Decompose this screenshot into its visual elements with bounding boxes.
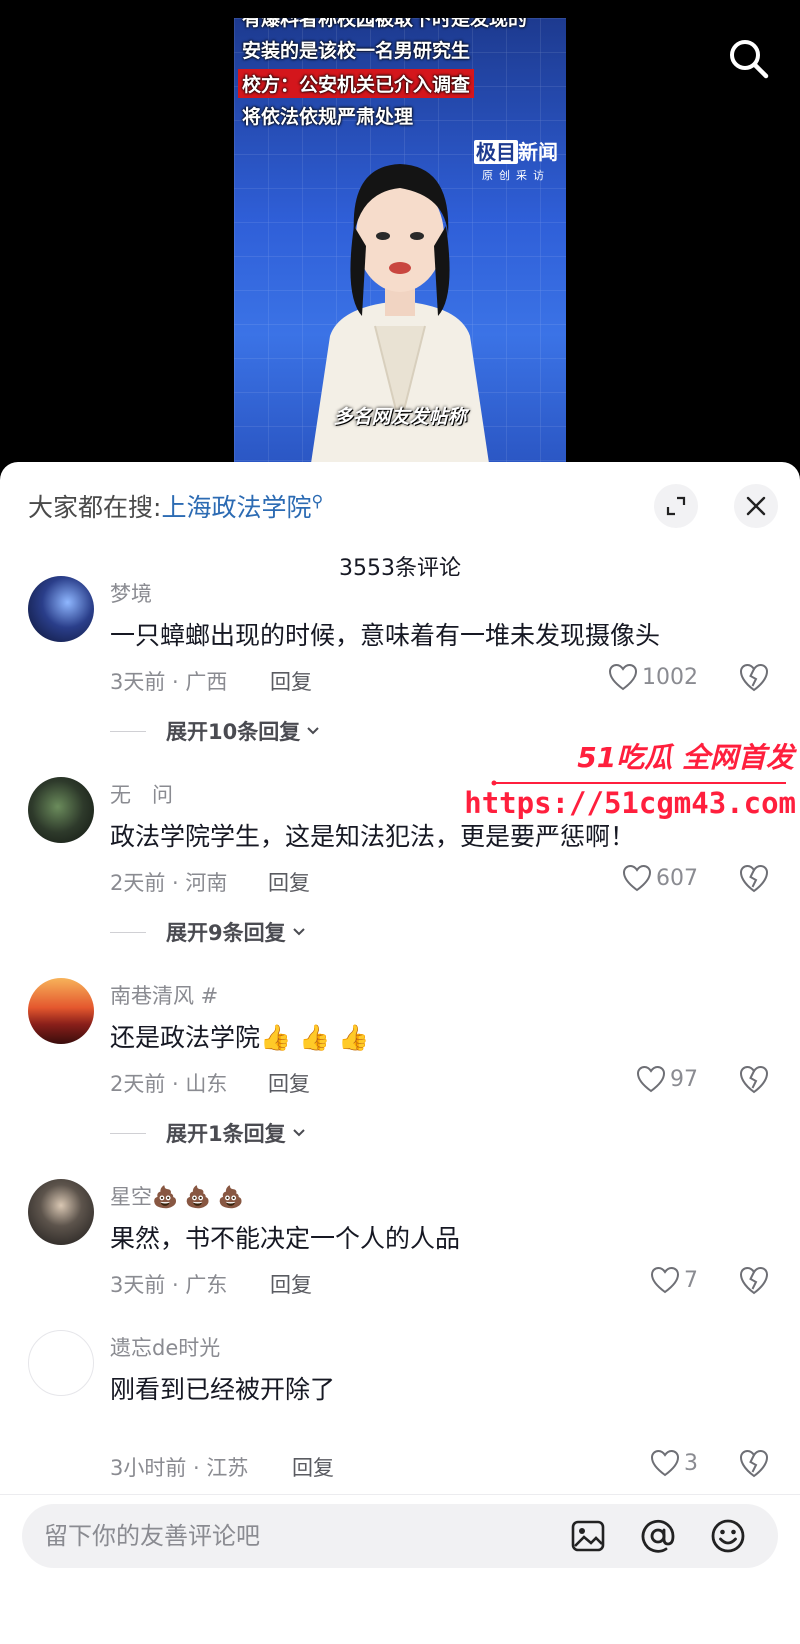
comment-text: 一只蟑螂出现的时候，意味着有一堆未发现摄像头 [110,621,661,650]
like-button[interactable]: 97 [636,1064,698,1094]
like-button[interactable]: 607 [622,863,698,893]
close-button[interactable] [734,484,778,528]
expand-replies-label: 展开1条回复 [166,1122,286,1146]
comment-meta: 3小时前 · 江苏 [110,1456,249,1480]
comment-username[interactable]: 星空💩 💩 💩 [110,1181,244,1211]
broken-heart-icon[interactable] [738,863,770,893]
reply-button[interactable]: 回复 [292,1452,334,1482]
comment-text: 刚看到已经被开除了 [110,1375,336,1404]
expand-replies-label: 展开9条回复 [166,921,286,945]
hot-search-bar[interactable]: 大家都在搜:上海政法学院⚲ [28,488,323,524]
video-caption-line: 有爆料者称校园被取下时是发现的 [242,18,528,30]
comment-username[interactable]: 梦境 [110,578,152,608]
avatar[interactable] [28,576,94,642]
search-icon [730,40,769,79]
heart-icon [650,1449,680,1477]
hot-search-prefix: 大家都在搜: [28,493,162,522]
expand-icon [666,496,686,516]
video-caption-highlight: 校方：公安机关已介入调查 [238,69,475,98]
comment-text: 政法学院学生，这是知法犯法，更是要严惩啊！ [110,822,636,851]
chevron-down-icon [292,928,305,936]
like-count: 607 [656,865,698,891]
expand-button[interactable] [654,484,698,528]
avatar[interactable] [28,978,94,1044]
hot-search-keyword[interactable]: 上海政法学院 [161,493,311,522]
expand-replies-label: 展开10条回复 [166,720,301,744]
comment-meta: 3天前 · 广东 [110,1273,228,1297]
reply-button[interactable]: 回复 [268,1068,310,1098]
video-frame: 有爆料者称校园被取下时是发现的 安装的是该校一名男研究生 校方：公安机关已介入调… [234,18,566,470]
comment-input[interactable] [44,1504,544,1568]
avatar[interactable] [28,1179,94,1245]
heart-icon [636,1065,666,1093]
comment-item: 遗忘de时光 刚看到已经被开除了 3小时前 · 江苏 回复 3 [0,1330,800,1494]
expand-replies-button[interactable]: 展开10条回复 [110,716,320,746]
comment-input-bar[interactable] [22,1504,778,1568]
avatar[interactable] [28,1330,94,1396]
divider [110,931,146,933]
small-search-icon: ⚲ [311,491,324,511]
avatar[interactable] [28,777,94,843]
broken-heart-icon[interactable] [738,1265,770,1295]
divider [110,1132,146,1134]
expand-replies-button[interactable]: 展开1条回复 [110,1118,306,1148]
comment-text: 还是政法学院👍 👍 👍 [110,1023,370,1052]
divider [0,1494,800,1495]
comment-meta: 2天前 · 河南 [110,871,228,895]
video-subtitle: 多名网友发帖称 [333,406,467,428]
close-icon [746,496,766,516]
comment-sheet: 大家都在搜:上海政法学院⚲ 3553条评论 梦境 一只蟑螂出现的时候，意味着有一… [0,462,800,1644]
comment-username[interactable]: 遗忘de时光 [110,1332,220,1362]
at-icon[interactable] [640,1518,676,1554]
emoji-icon[interactable] [710,1518,746,1554]
divider [110,730,146,732]
like-count: 1002 [642,664,698,690]
image-icon[interactable] [570,1518,606,1554]
video-caption-line: 安装的是该校一名男研究生 [242,40,471,62]
comment-meta: 2天前 · 山东 [110,1072,228,1096]
video-player[interactable]: 有爆料者称校园被取下时是发现的 安装的是该校一名男研究生 校方：公安机关已介入调… [0,0,800,470]
like-button[interactable]: 3 [650,1448,698,1478]
reply-button[interactable]: 回复 [268,867,310,897]
heart-icon [650,1266,680,1294]
comment-text: 果然，书不能决定一个人的人品 [110,1224,461,1253]
comment-username[interactable]: 无 问 [110,779,173,809]
reply-button[interactable]: 回复 [270,1269,312,1299]
broken-heart-icon[interactable] [738,1064,770,1094]
reply-button[interactable]: 回复 [270,666,312,696]
broken-heart-icon[interactable] [738,1448,770,1478]
heart-icon [622,864,652,892]
comment-username[interactable]: 南巷清风 # [110,980,218,1010]
search-button[interactable] [726,36,770,80]
like-button[interactable]: 1002 [608,662,698,692]
like-count: 97 [670,1066,698,1092]
video-caption-line: 将依法依规严肃处理 [242,106,414,128]
expand-replies-button[interactable]: 展开9条回复 [110,917,306,947]
like-count: 7 [684,1267,698,1293]
chevron-down-icon [292,1129,305,1137]
heart-icon [608,663,638,691]
like-button[interactable]: 7 [650,1265,698,1295]
like-count: 3 [684,1450,698,1476]
comment-meta: 3天前 · 广西 [110,670,228,694]
chevron-down-icon [307,727,319,735]
broken-heart-icon[interactable] [738,662,770,692]
